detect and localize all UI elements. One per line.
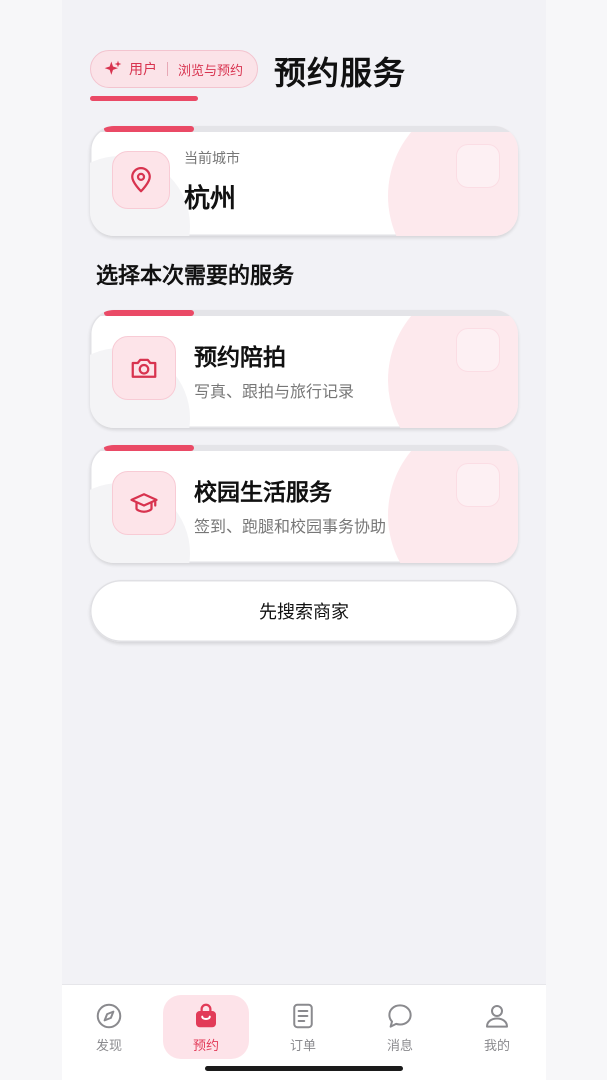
chat-bubble-icon	[388, 1004, 412, 1028]
tab-profile[interactable]: 我的	[454, 995, 540, 1059]
tab-label: 订单	[289, 1039, 316, 1054]
service-description: 签到、跑腿和校园事务协助	[194, 517, 387, 536]
tab-label: 预约	[192, 1039, 219, 1054]
tab-discover[interactable]: 发现	[66, 995, 152, 1059]
service-icon-tile	[112, 336, 176, 400]
tab-orders[interactable]: 订单	[260, 995, 346, 1059]
service-description: 写真、跟拍与旅行记录	[194, 382, 355, 401]
decorative-blob	[388, 445, 518, 563]
tab-label: 发现	[95, 1039, 122, 1054]
user-icon	[486, 1005, 508, 1028]
left-gutter	[0, 0, 62, 1080]
city-name: 杭州	[184, 184, 237, 214]
shopping-bag-icon	[196, 1003, 216, 1028]
tab-booking[interactable]: 预约	[163, 995, 249, 1059]
sparkle-icon	[104, 60, 122, 75]
service-title: 预约陪拍	[194, 345, 286, 371]
right-gutter	[545, 0, 607, 1080]
card-accent-bar	[90, 445, 518, 451]
app-screen: 用户 浏览与预约 预约服务 当前城市 杭州 选择本次需要的服务 预约陪拍 写真、…	[62, 0, 546, 1080]
service-icon-tile	[112, 471, 176, 535]
tab-label: 我的	[483, 1039, 510, 1054]
home-indicator[interactable]	[205, 1066, 403, 1071]
service-card-photo[interactable]: 预约陪拍 写真、跟拍与旅行记录	[90, 310, 518, 428]
tab-label: 消息	[386, 1039, 413, 1054]
card-accent-bar	[90, 310, 518, 316]
page-title: 预约服务	[274, 54, 407, 92]
location-tile	[112, 151, 170, 209]
card-accent-bar	[90, 126, 518, 132]
header-underline	[90, 96, 198, 101]
decorative-square	[456, 328, 500, 372]
pill-divider	[167, 62, 168, 76]
compass-icon	[96, 1003, 122, 1029]
current-city-card[interactable]: 当前城市 杭州	[90, 126, 518, 236]
role-label: 用户	[129, 62, 157, 78]
service-card-campus[interactable]: 校园生活服务 签到、跑腿和校园事务协助	[90, 445, 518, 563]
camera-icon	[131, 358, 157, 378]
search-merchants-button[interactable]: 先搜索商家	[90, 580, 518, 642]
service-title: 校园生活服务	[194, 480, 332, 506]
graduation-cap-icon	[130, 493, 158, 513]
decorative-square	[456, 463, 500, 507]
section-title: 选择本次需要的服务	[96, 264, 295, 289]
decorative-blob	[388, 310, 518, 428]
location-pin-icon	[131, 167, 151, 193]
tab-messages[interactable]: 消息	[357, 995, 443, 1059]
document-icon	[293, 1003, 313, 1029]
decorative-square	[456, 144, 500, 188]
role-switch-pill[interactable]: 用户 浏览与预约	[90, 50, 259, 88]
mode-label: 浏览与预约	[178, 63, 244, 79]
city-label: 当前城市	[184, 151, 240, 167]
